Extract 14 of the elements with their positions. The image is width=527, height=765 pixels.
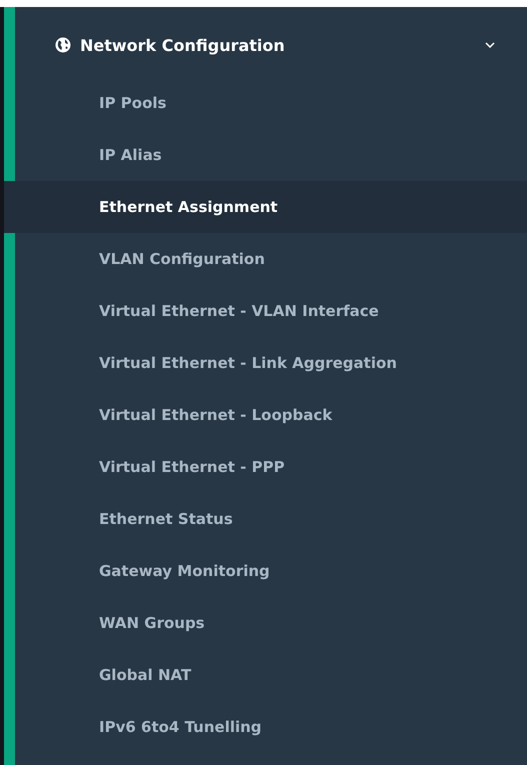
menu-item[interactable]: Virtual Ethernet - PPP — [4, 441, 527, 493]
menu-item[interactable]: Virtual Ethernet - VLAN Interface — [4, 285, 527, 337]
menu-item[interactable]: Virtual Ethernet - Loopback — [4, 389, 527, 441]
menu-item[interactable]: IP Alias — [4, 129, 527, 181]
menu-item[interactable]: Global NAT — [4, 649, 527, 701]
menu-item[interactable]: Virtual Ethernet - Link Aggregation — [4, 337, 527, 389]
chevron-icon — [485, 42, 495, 48]
menu-item[interactable]: VLAN Configuration — [4, 233, 527, 285]
menu-item[interactable]: Gateway Monitoring — [4, 545, 527, 597]
menu-item[interactable]: IPv6 6to4 Tunelling — [4, 701, 527, 753]
globe-icon — [55, 37, 71, 53]
menu-item[interactable]: Ethernet Assignment — [4, 181, 527, 233]
menu-item[interactable]: Ethernet Status — [4, 493, 527, 545]
menu-item[interactable]: WAN Groups — [4, 597, 527, 649]
